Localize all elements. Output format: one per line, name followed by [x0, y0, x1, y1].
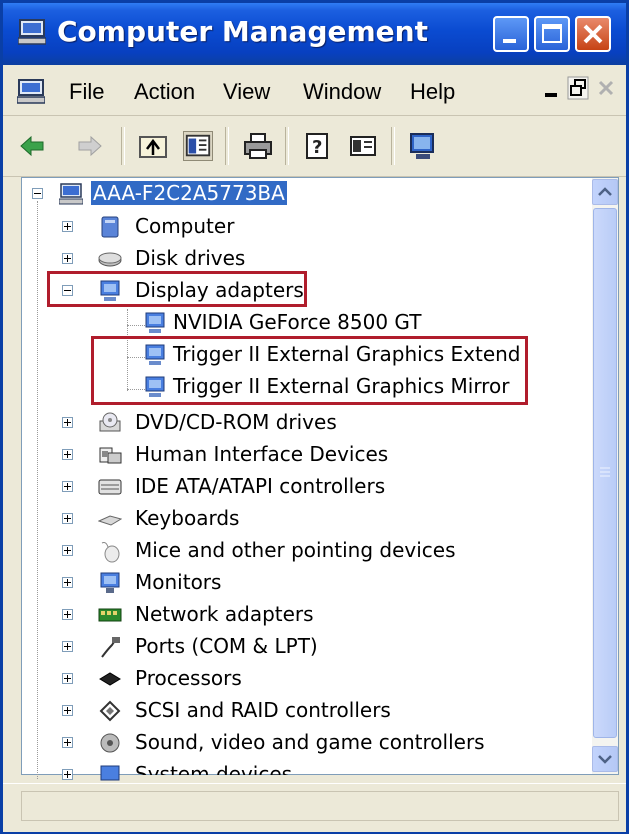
- expand-toggle[interactable]: [62, 577, 73, 588]
- tree-item-nvidia-geforce[interactable]: NVIDIA GeForce 8500 GT: [173, 307, 421, 337]
- menu-action[interactable]: Action: [134, 79, 195, 105]
- computer-management-icon: [18, 19, 46, 45]
- highlight-box-trigger-adapters: [91, 336, 528, 405]
- window-title: Computer Management: [57, 15, 428, 48]
- monitor-icon[interactable]: [408, 131, 438, 161]
- menu-window[interactable]: Window: [303, 79, 381, 105]
- expand-toggle[interactable]: [62, 641, 73, 652]
- grip-icon: [600, 467, 610, 477]
- monitor-icon: [100, 572, 120, 593]
- disk-drive-icon: [98, 252, 122, 267]
- toolbar-separator: [225, 127, 229, 165]
- highlight-box-display-adapters: [47, 271, 307, 307]
- tree-item-monitors[interactable]: Monitors: [135, 567, 221, 597]
- display-adapter-icon: [145, 312, 165, 333]
- sound-icon: [100, 733, 120, 753]
- expand-toggle[interactable]: [62, 221, 73, 232]
- maximize-button[interactable]: [534, 16, 570, 52]
- tree-item-scsi-raid[interactable]: SCSI and RAID controllers: [135, 695, 391, 725]
- chevron-down-icon: [598, 755, 612, 764]
- expand-toggle[interactable]: [62, 769, 73, 780]
- tree-item-ide-ata[interactable]: IDE ATA/ATAPI controllers: [135, 471, 385, 501]
- expand-toggle[interactable]: [62, 449, 73, 460]
- mouse-icon: [101, 542, 120, 563]
- scroll-down-button[interactable]: [592, 746, 618, 772]
- tree-item-computer[interactable]: Computer: [135, 211, 234, 241]
- close-button[interactable]: [575, 16, 611, 52]
- expand-toggle[interactable]: [62, 481, 73, 492]
- print-icon[interactable]: [243, 131, 273, 161]
- chevron-up-icon: [598, 187, 612, 196]
- tree-root-row[interactable]: AAA-F2C2A5773BA: [91, 178, 287, 208]
- minimize-icon: [503, 39, 516, 43]
- expand-toggle[interactable]: [62, 417, 73, 428]
- mdi-close-icon[interactable]: [593, 75, 619, 101]
- close-icon: [583, 24, 603, 44]
- computer-icon: [59, 183, 83, 205]
- expand-toggle[interactable]: [62, 513, 73, 524]
- expand-toggle[interactable]: [62, 705, 73, 716]
- network-adapter-icon: [98, 608, 122, 622]
- expand-toggle[interactable]: [62, 253, 73, 264]
- expand-toggle[interactable]: [62, 545, 73, 556]
- ide-controller-icon: [98, 479, 122, 495]
- scsi-icon: [99, 700, 121, 722]
- menu-help[interactable]: Help: [410, 79, 455, 105]
- port-icon: [101, 637, 120, 658]
- hid-icon: [99, 447, 122, 464]
- scrollbar-thumb[interactable]: [593, 208, 617, 738]
- collapse-toggle[interactable]: [32, 188, 43, 199]
- up-folder-icon[interactable]: [138, 131, 168, 161]
- show-hide-tree-icon[interactable]: [183, 131, 213, 161]
- properties-icon[interactable]: [348, 131, 378, 161]
- forward-arrow-icon[interactable]: [75, 131, 105, 161]
- tree-item-disk-drives[interactable]: Disk drives: [135, 243, 245, 273]
- minimize-button[interactable]: [493, 16, 529, 52]
- tree-item-system-devices[interactable]: System devices: [135, 759, 292, 775]
- mdi-minimize-icon[interactable]: [539, 75, 565, 101]
- tree-item-ports[interactable]: Ports (COM & LPT): [135, 631, 318, 661]
- tree-item-keyboards[interactable]: Keyboards: [135, 503, 239, 533]
- processor-icon: [99, 672, 121, 686]
- help-icon[interactable]: ?: [303, 131, 333, 161]
- maximize-icon: [542, 24, 562, 43]
- mdi-restore-icon[interactable]: [565, 75, 591, 101]
- tree-item-sound-video[interactable]: Sound, video and game controllers: [135, 727, 485, 757]
- tree-line: [37, 201, 38, 779]
- vertical-scrollbar[interactable]: [592, 178, 618, 774]
- menu-file[interactable]: File: [69, 79, 104, 105]
- scroll-up-button[interactable]: [592, 179, 618, 205]
- expand-toggle[interactable]: [62, 609, 73, 620]
- tree-item-mice[interactable]: Mice and other pointing devices: [135, 535, 456, 565]
- expand-toggle[interactable]: [62, 673, 73, 684]
- toolbar-separator: [285, 127, 289, 165]
- computer-icon: [101, 216, 119, 238]
- svg-text:?: ?: [312, 137, 322, 158]
- tree-item-dvd-cdrom[interactable]: DVD/CD-ROM drives: [135, 407, 337, 437]
- tree-item-hid[interactable]: Human Interface Devices: [135, 439, 388, 469]
- title-bar[interactable]: Computer Management: [3, 3, 626, 65]
- toolbar-separator: [391, 127, 395, 165]
- computer-management-window: Computer Management File Action View Win…: [0, 0, 629, 834]
- cdrom-icon: [99, 412, 121, 432]
- mmc-icon[interactable]: [17, 79, 45, 105]
- expand-toggle[interactable]: [62, 737, 73, 748]
- status-panel: [21, 791, 619, 821]
- tree-root-label: AAA-F2C2A5773BA: [91, 181, 287, 205]
- menu-view[interactable]: View: [223, 79, 270, 105]
- tree-item-processors[interactable]: Processors: [135, 663, 242, 693]
- keyboard-icon: [98, 515, 122, 526]
- tree-item-network-adapters[interactable]: Network adapters: [135, 599, 314, 629]
- back-arrow-icon[interactable]: [17, 131, 47, 161]
- toolbar-separator: [121, 127, 125, 165]
